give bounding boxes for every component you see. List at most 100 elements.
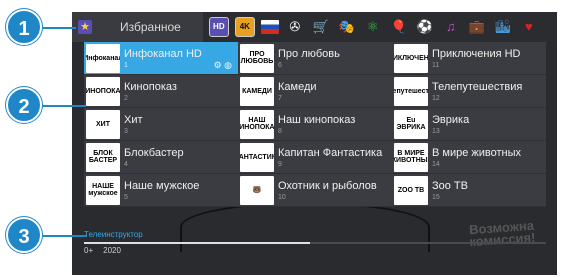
channel-logo-text: НАШЕ мужское	[88, 183, 118, 197]
channel-number: 9	[278, 160, 282, 168]
channel-logo-text: ZOO TB	[397, 186, 425, 194]
channel-text: Блокбастер 4	[124, 141, 238, 174]
channel-item[interactable]: НАШЕ мужское Наше мужское 5	[84, 174, 238, 207]
channel-name: Телепутешествия	[432, 80, 523, 93]
channel-column: ПРИКЛЮЧЕНИЯПриключения HD11Телепутешеств…	[392, 42, 546, 207]
channel-logo: ПРИКЛЮЧЕНИЯ	[394, 43, 428, 73]
channel-name: Кинопоказ	[124, 80, 177, 93]
film-reel-category[interactable]: ✇	[285, 17, 305, 37]
channel-item[interactable]: НАШ КИНОПОКАЗ Наш кинопоказ8	[238, 108, 392, 141]
channel-logo-text: Телепутешествия	[394, 87, 428, 95]
callout-1-line	[36, 27, 76, 29]
channel-logo-text: НАШ КИНОПОКАЗ	[240, 117, 274, 131]
hd-category[interactable]: HD	[208, 17, 229, 37]
channel-name: Блокбастер	[124, 146, 184, 159]
channel-name: Наш кинопоказ	[278, 113, 356, 126]
channel-logo-text: ПРО ЛЮБОВЬ	[240, 51, 274, 65]
channel-number: 8	[278, 127, 282, 135]
channel-number: 4	[124, 160, 128, 168]
channel-logo: ZOO TB	[394, 175, 428, 205]
channel-name: Капитан Фантастика	[278, 146, 383, 159]
4k-category[interactable]: 4K	[234, 17, 255, 37]
channel-logo: БЛОК БАСТЕР	[86, 142, 120, 172]
theater-mask-category[interactable]: 🎭	[337, 17, 357, 37]
channel-grid: ИнфоканалИнфоканал HD1⚙ ◍КИНОПОКАЗКинопо…	[84, 42, 546, 207]
channel-item[interactable]: ИнфоканалИнфоканал HD1⚙ ◍	[84, 42, 238, 75]
channel-item[interactable]: ФАНТАСТИКА Капитан Фантастика9	[238, 141, 392, 174]
city-icon: 🏙	[494, 19, 512, 34]
program-info: Телеинструктор 0+ 2020	[84, 230, 546, 256]
callout-1: 1	[6, 9, 42, 45]
film-reel-icon: ✇	[289, 19, 301, 34]
channel-logo: Телепутешествия	[394, 76, 428, 106]
channel-text: Про любовь 6	[278, 42, 392, 75]
channel-logo-text: ХИТ	[96, 120, 110, 128]
heart-category[interactable]: ♥	[519, 17, 539, 37]
channel-number: 7	[278, 94, 282, 102]
favorites-tab[interactable]: ★ Избранное	[72, 12, 203, 42]
channel-number: 11	[432, 61, 440, 69]
channel-item[interactable]: КИНОПОКАЗ Кинопоказ2	[84, 75, 238, 108]
channel-logo-text: ПРИКЛЮЧЕНИЯ	[394, 54, 428, 62]
hd-icon: HD	[213, 22, 225, 31]
channel-item[interactable]: ZOO TB Зоо ТВ 15	[392, 174, 546, 207]
music-note-icon: ♫	[445, 19, 456, 34]
atom-category[interactable]: ⚛	[363, 17, 383, 37]
callout-2: 2	[6, 87, 42, 123]
channel-logo-text: Eu ЭВРИКА	[396, 117, 426, 131]
channel-item[interactable]: ПРИКЛЮЧЕНИЯ Приключения HD11	[392, 42, 546, 75]
channel-item[interactable]: ТелепутешествияТелепутешествия12	[392, 75, 546, 108]
channel-logo-text: В МИРЕ ЖИВОТНЫХ	[394, 150, 428, 164]
soccer-ball-category[interactable]: ⚽	[415, 17, 435, 37]
channel-number: 10	[278, 193, 286, 201]
channel-number: 5	[124, 193, 128, 201]
shopping-cart-icon: 🛒	[312, 19, 329, 34]
channel-number: 3	[124, 127, 128, 135]
music-note-category[interactable]: ♫	[441, 17, 461, 37]
program-meta: 0+ 2020	[84, 246, 546, 256]
channel-text: Наш кинопоказ 8	[278, 108, 392, 141]
callout-3: 3	[6, 217, 42, 253]
channel-text: Охотник и рыболов 10	[278, 174, 392, 207]
soccer-ball-icon: ⚽	[416, 19, 433, 34]
channel-name: Охотник и рыболов	[278, 179, 377, 192]
channel-logo: ФАНТАСТИКА	[240, 142, 274, 172]
favorites-label: Избранное	[120, 20, 181, 34]
balloon-icon: 🎈	[390, 19, 407, 34]
channel-column: ИнфоканалИнфоканал HD1⚙ ◍КИНОПОКАЗКинопо…	[84, 42, 238, 207]
channel-logo: НАШ КИНОПОКАЗ	[240, 109, 274, 139]
channel-text: Телепутешествия 12	[432, 75, 546, 108]
heart-icon: ♥	[524, 19, 533, 34]
channel-logo: КАМЕДИ	[240, 76, 274, 106]
channel-item[interactable]: 🐻 Охотник и рыболов 10	[238, 174, 392, 207]
briefcase-category[interactable]: 💼	[467, 17, 487, 37]
channel-logo: Eu ЭВРИКА	[394, 109, 428, 139]
callout-3-line	[36, 235, 86, 237]
channel-item[interactable]: ПРО ЛЮБОВЬ Про любовь 6	[238, 42, 392, 75]
city-category[interactable]: 🏙	[493, 17, 513, 37]
atom-icon: ⚛	[367, 19, 379, 34]
channel-logo: ПРО ЛЮБОВЬ	[240, 43, 274, 73]
channel-logo-text: 🐻	[252, 186, 262, 194]
channel-text: Приключения HD 11	[432, 42, 546, 75]
star-icon: ★	[78, 20, 92, 34]
channel-item[interactable]: БЛОК БАСТЕР Блокбастер 4	[84, 141, 238, 174]
russian-flag-category[interactable]	[260, 20, 279, 34]
channel-text: Эврика 13	[432, 108, 546, 141]
tutorial-figure: Возможна комиссия! ★ Избранное HD 4K ✇ 🛒 🎭 ⚛ 🎈…	[0, 0, 561, 277]
balloon-category[interactable]: 🎈	[389, 17, 409, 37]
channel-number: 13	[432, 127, 440, 135]
channel-item[interactable]: ХИТ Хит 3	[84, 108, 238, 141]
channel-name: Зоо ТВ	[432, 179, 468, 192]
channel-logo: НАШЕ мужское	[86, 175, 120, 205]
channel-text: Кинопоказ 2	[124, 75, 238, 108]
channel-number: 12	[432, 94, 440, 102]
briefcase-icon: 💼	[468, 19, 485, 34]
channel-item[interactable]: Eu ЭВРИКА Эврика 13	[392, 108, 546, 141]
channel-logo-text: КАМЕДИ	[242, 87, 272, 95]
channel-number: 14	[432, 160, 440, 168]
channel-item[interactable]: В МИРЕ ЖИВОТНЫХ В мире животных14	[392, 141, 546, 174]
channel-item[interactable]: КАМЕДИ Камеди 7	[238, 75, 392, 108]
channel-name: В мире животных	[432, 146, 522, 159]
shopping-cart-category[interactable]: 🛒	[311, 17, 331, 37]
